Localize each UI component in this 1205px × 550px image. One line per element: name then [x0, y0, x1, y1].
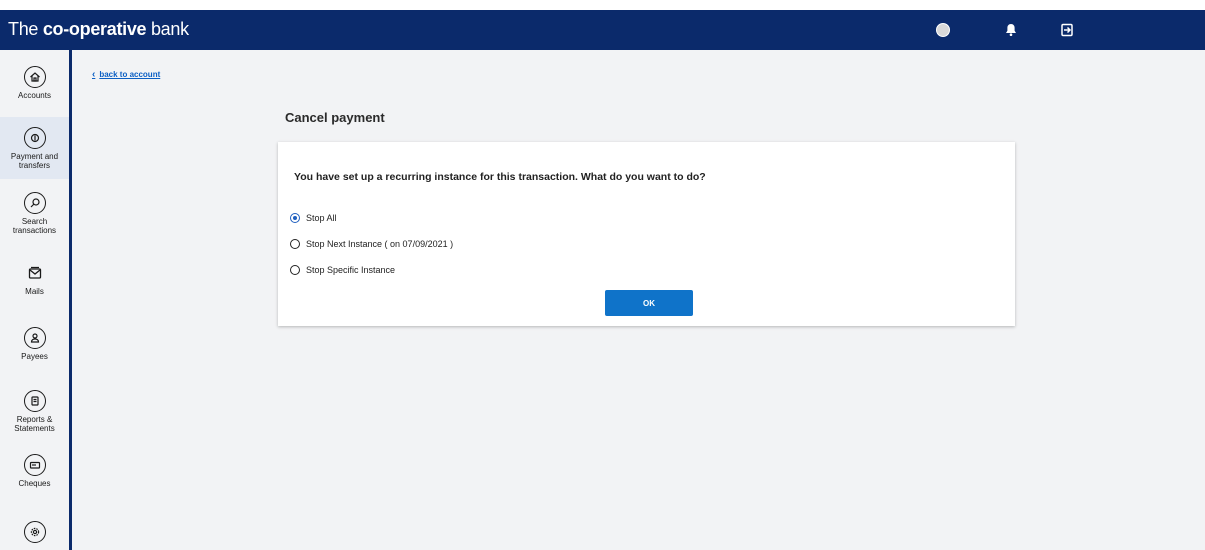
sidebar-item-label: Payment and transfers [10, 152, 59, 170]
sidebar-item-payees[interactable]: Payees [0, 327, 69, 361]
mail-icon [24, 262, 46, 284]
radio-stop-specific-instance[interactable] [290, 265, 300, 275]
profile-avatar-icon[interactable] [936, 23, 950, 37]
sidebar-item-settings[interactable] [0, 521, 69, 543]
sidebar-item-payment-and-transfers[interactable]: Payment and transfers [0, 117, 69, 179]
sidebar-item-label: Accounts [18, 91, 51, 100]
brand-prefix: The [8, 19, 43, 39]
logout-icon[interactable] [1059, 22, 1075, 38]
sidebar-item-label: Cheques [18, 479, 51, 488]
sidebar-item-cheques[interactable]: Cheques [0, 454, 69, 488]
cancel-payment-card: You have set up a recurring instance for… [278, 142, 1015, 326]
payee-icon [23, 327, 46, 349]
sidebar-item-reports-and-statements[interactable]: Reports & Statements [0, 390, 69, 433]
chevron-left-icon: ‹ [92, 69, 96, 80]
sidebar-item-label: Mails [25, 287, 44, 296]
reports-icon [23, 390, 46, 412]
sidebar-item-accounts[interactable]: Accounts [0, 66, 69, 100]
sidebar-item-mails[interactable]: Mails [0, 262, 69, 296]
sidebar-item-label: Reports & Statements [14, 415, 55, 433]
page-title: Cancel payment [285, 110, 385, 125]
main-content: ‹ back to account Cancel payment You hav… [72, 50, 1205, 550]
option-stop-specific-instance[interactable]: Stop Specific Instance [290, 265, 395, 275]
cheque-icon [23, 454, 46, 476]
sidebar-item-label: Search transactions [12, 217, 57, 235]
brand-suffix: bank [146, 19, 189, 39]
settings-icon [23, 521, 46, 543]
recurring-question: You have set up a recurring instance for… [294, 171, 706, 183]
sidebar-nav: Accounts Payment and transfers Search tr… [0, 50, 72, 550]
option-stop-all[interactable]: Stop All [290, 213, 337, 223]
back-to-account-link[interactable]: ‹ back to account [92, 69, 160, 80]
option-label: Stop All [306, 213, 337, 223]
brand-bold: co-operative [42, 19, 147, 39]
search-icon [23, 192, 46, 214]
notification-bell-icon[interactable] [1003, 22, 1019, 38]
bank-logo[interactable]: The co-operative bank [8, 19, 189, 40]
home-icon [23, 66, 46, 88]
option-stop-next-instance[interactable]: Stop Next Instance ( on 07/09/2021 ) [290, 239, 453, 249]
ok-button[interactable]: OK [605, 290, 693, 316]
radio-stop-all[interactable] [290, 213, 300, 223]
payment-icon [23, 127, 46, 149]
sidebar-item-label: Payees [21, 352, 48, 361]
radio-stop-next-instance[interactable] [290, 239, 300, 249]
option-label: Stop Specific Instance [306, 265, 396, 275]
top-header: The co-operative bank [0, 10, 1205, 50]
option-label: Stop Next Instance ( on 07/09/2021 ) [306, 239, 454, 249]
back-link-label: back to account [99, 70, 161, 79]
sidebar-item-search-transactions[interactable]: Search transactions [0, 192, 69, 235]
